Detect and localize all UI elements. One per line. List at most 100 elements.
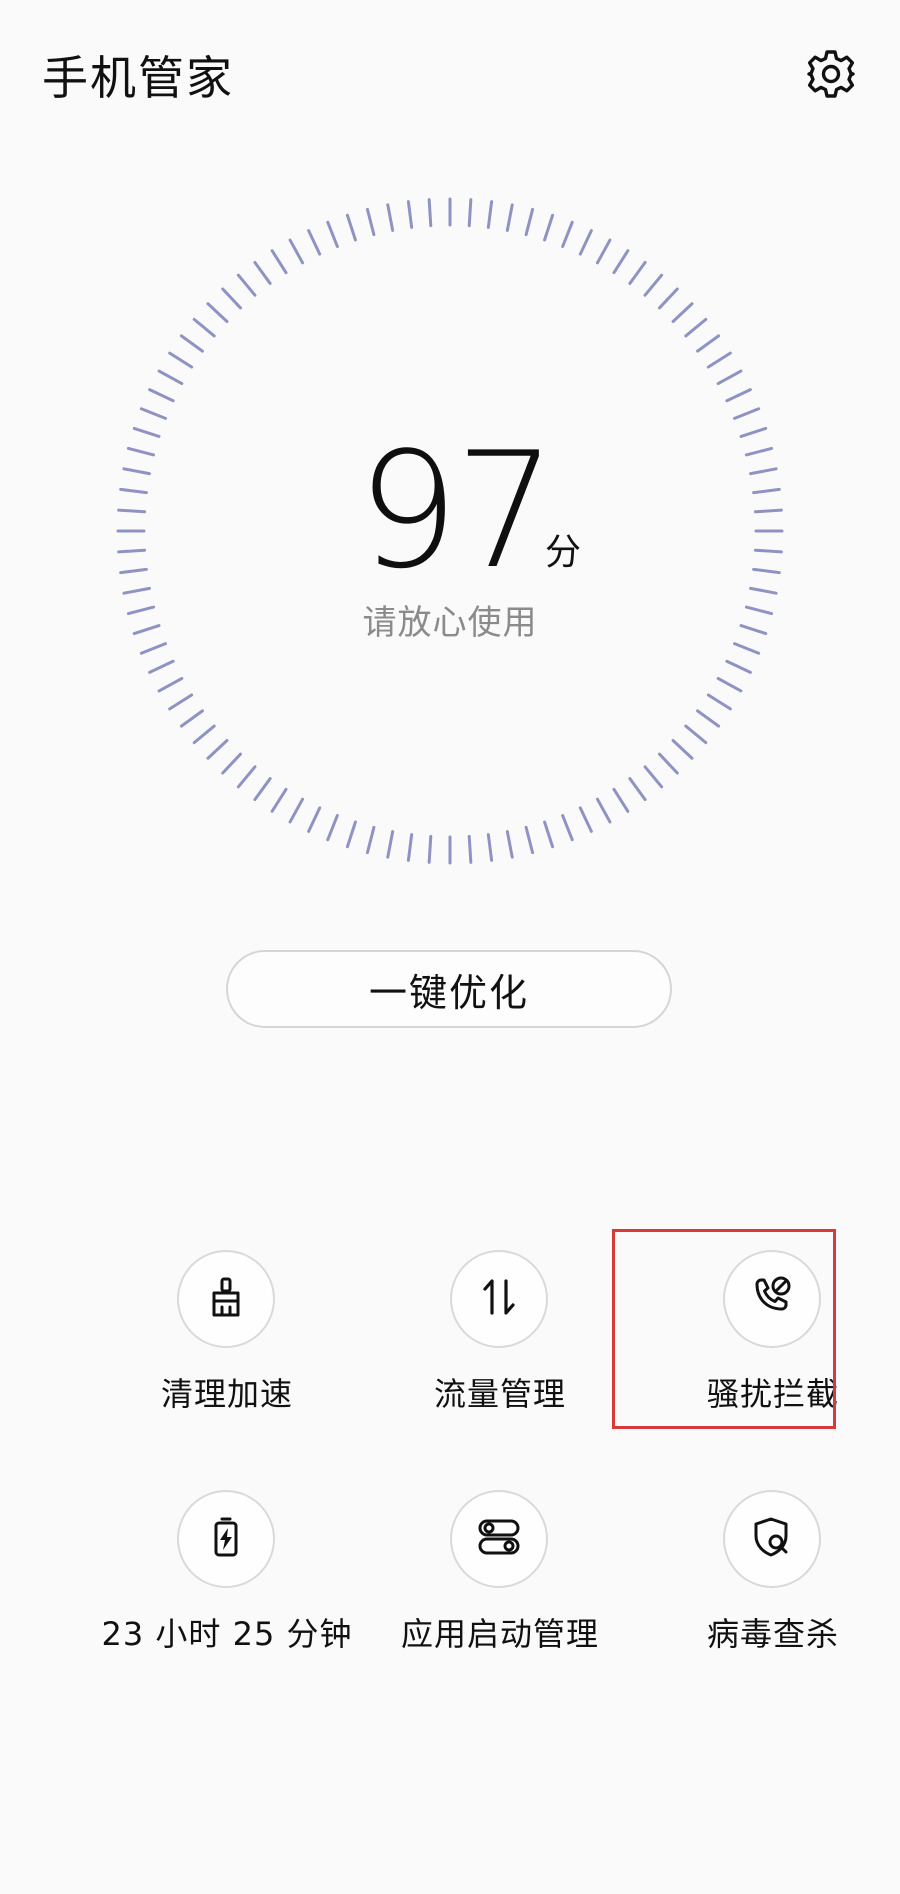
dial-tick [307, 806, 322, 833]
dial-tick [733, 407, 761, 420]
dial-tick [270, 249, 288, 275]
dial-tick [578, 806, 593, 833]
optimize-button-label: 一键优化 [368, 970, 529, 1015]
dial-tick [671, 738, 694, 760]
tool-label: 23 小时 25 分钟 [101, 1615, 353, 1653]
dial-tick [168, 693, 194, 711]
dial-tick [716, 369, 743, 386]
dial-tick [486, 200, 494, 229]
tool-icon-circle [450, 1490, 548, 1588]
dial-tick [612, 787, 630, 813]
tool-clean-accelerate[interactable]: 清理加速 [97, 1250, 357, 1450]
dial-tick [486, 833, 494, 862]
dial-tick [253, 260, 272, 285]
dial-tick [657, 287, 679, 310]
dial-tick [139, 407, 167, 420]
app-launch-icon [476, 1514, 522, 1564]
tool-label: 病毒查杀 [706, 1615, 839, 1653]
one-click-optimize-button[interactable]: 一键优化 [226, 950, 672, 1028]
dial-tick [595, 238, 612, 265]
dial-tick [643, 765, 664, 789]
dial-tick [696, 709, 721, 728]
dial-tick [612, 249, 630, 275]
dial-tick [505, 203, 514, 232]
tool-label: 流量管理 [433, 1375, 566, 1413]
dial-tick [684, 317, 708, 338]
dial-tick [595, 797, 612, 824]
dial-tick [386, 830, 395, 859]
dial-tick [561, 814, 574, 842]
score-value: 97 [357, 417, 557, 604]
dial-tick [221, 752, 243, 775]
dial-tick [716, 676, 743, 693]
dial-tick [168, 351, 194, 369]
dial-tick [365, 825, 376, 855]
battery-icon [204, 1515, 248, 1563]
dial-tick [578, 229, 593, 256]
dial-tick [696, 334, 721, 353]
tool-icon-circle [723, 1490, 821, 1588]
dial-tick [467, 198, 473, 228]
dial-tick [345, 820, 357, 849]
dial-tick [157, 369, 184, 386]
dial-tick [725, 659, 752, 674]
dial-tick [326, 814, 339, 842]
dial-tick [179, 709, 204, 728]
dial-tick [206, 738, 229, 760]
dial-tick [561, 220, 574, 248]
dial-tick [657, 752, 679, 775]
data-traffic-icon [477, 1275, 521, 1323]
tool-icon-circle [450, 1250, 548, 1348]
dial-tick [725, 388, 752, 403]
dial-tick [192, 724, 216, 745]
dial-tick [179, 334, 204, 353]
dial-tick [643, 273, 664, 297]
dial-tick [148, 388, 175, 403]
dial-tick [221, 287, 243, 310]
dial-tick [733, 642, 761, 655]
dial-tick [270, 787, 288, 813]
dial-tick [288, 238, 305, 265]
dial-tick [236, 273, 257, 297]
dial-tick [326, 220, 339, 248]
tool-label: 清理加速 [160, 1375, 293, 1413]
phone-manager-screen: 手机管家 97 分 请放心使用 一键优化 清理加速 流量管理 骚扰拦截 23 小… [0, 0, 900, 1894]
dial-tick [192, 317, 216, 338]
dial-tick [206, 302, 229, 324]
dial-tick [288, 797, 305, 824]
tool-virus-scan[interactable]: 病毒查杀 [643, 1490, 900, 1690]
score-status-text: 请放心使用 [362, 603, 538, 643]
dial-tick [706, 693, 732, 711]
virus-scan-icon [750, 1515, 794, 1563]
tool-icon-circle [177, 1490, 275, 1588]
tool-label: 应用启动管理 [400, 1615, 599, 1653]
dial-tick [706, 351, 732, 369]
dial-tick [157, 676, 184, 693]
tool-app-launch-manager[interactable]: 应用启动管理 [370, 1490, 630, 1690]
dial-tick [406, 833, 414, 862]
dial-tick [307, 229, 322, 256]
dial-tick [236, 765, 257, 789]
dial-tick [524, 207, 535, 237]
dial-tick [628, 777, 647, 802]
dial-tick [467, 834, 473, 864]
dial-tick [386, 203, 395, 232]
broom-icon [204, 1275, 248, 1323]
dial-tick [365, 207, 376, 237]
dial-tick [139, 642, 167, 655]
dial-tick [684, 724, 708, 745]
dial-tick [543, 213, 555, 242]
score-unit: 分 [545, 532, 582, 573]
dial-tick [505, 830, 514, 859]
tool-data-traffic[interactable]: 流量管理 [370, 1250, 630, 1450]
tool-battery-remaining[interactable]: 23 小时 25 分钟 [97, 1490, 357, 1690]
dial-tick [148, 659, 175, 674]
dial-tick [427, 198, 433, 228]
page-title: 手机管家 [42, 51, 234, 105]
dial-tick [427, 834, 433, 864]
dial-tick [253, 777, 272, 802]
dial-tick [671, 302, 694, 324]
settings-button[interactable] [800, 45, 862, 107]
dial-tick [524, 825, 535, 855]
dial-tick [628, 260, 647, 285]
